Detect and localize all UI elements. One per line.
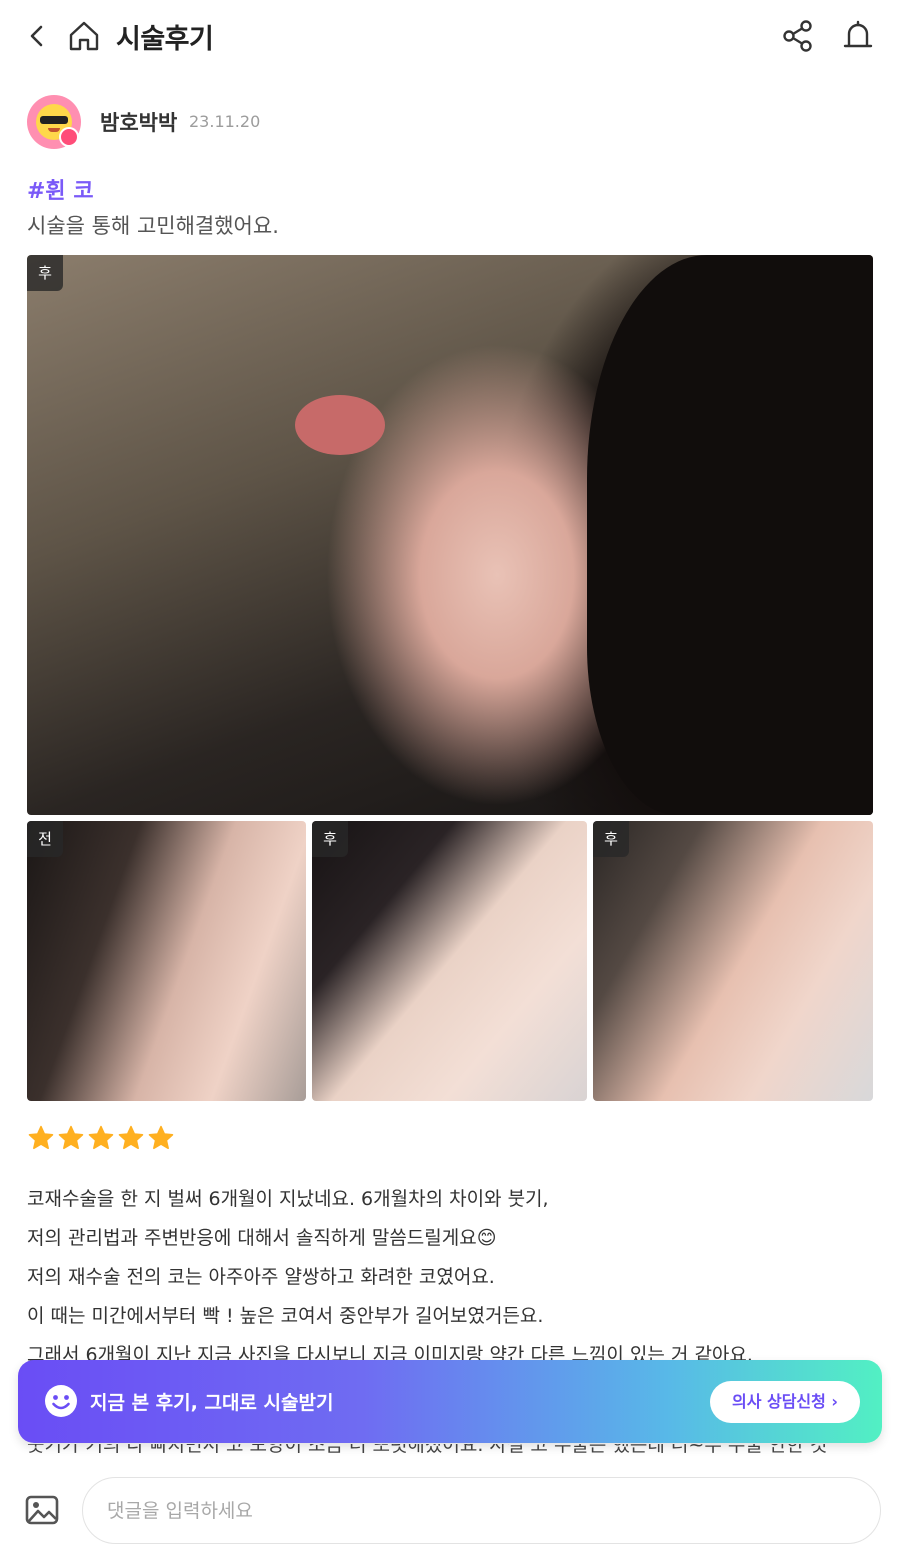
post-date: 23.11.20 [189,112,261,131]
review-photo-thumb[interactable]: 후 [312,821,587,1101]
comment-composer [0,1470,900,1560]
home-icon[interactable] [66,18,102,54]
consult-request-button[interactable]: 의사 상담신청 › [710,1381,860,1423]
review-text-line: 이 때는 미간에서부터 빡 ! 높은 코여서 중안부가 길어보였거든요. [27,1305,544,1327]
procedure-cta-banner[interactable]: 지금 본 후기, 그대로 시술받기 의사 상담신청 › [18,1360,882,1443]
review-photo-thumb[interactable]: 전 [27,821,306,1101]
photo-label: 후 [27,255,63,291]
review-text-line: 저의 재수술 전의 코는 아주아주 얄쌍하고 화려한 코였어요. [27,1266,495,1288]
author-row: 밤호박박 23.11.20 [27,95,873,151]
photo-label: 전 [27,821,63,857]
star-icon [58,1125,84,1150]
crown-badge-icon [59,127,79,147]
review-text-line: 코재수술을 한 지 벌써 6개월이 지났네요. 6개월차의 차이와 붓기, [27,1188,549,1210]
procedure-tag[interactable]: #휜 코 [27,173,94,205]
top-bar: 시술후기 [0,0,900,72]
photo-detail-hair [587,255,873,815]
photo-label: 후 [312,821,348,857]
star-icon [28,1125,54,1150]
photo-label: 후 [593,821,629,857]
comment-input[interactable] [83,1478,880,1543]
cta-text: 지금 본 후기, 그대로 시술받기 [90,1392,334,1414]
comment-input-wrapper [82,1477,881,1544]
review-body: 코재수술을 한 지 벌써 6개월이 지났네요. 6개월차의 차이와 붓기, 저의… [27,1180,873,1375]
review-text-line-partial: 붓기가 거의 다 빠지면서 코 모양이 조금 더 또렷해졌어요. 사실 코 수술… [27,1444,873,1462]
back-arrow-icon[interactable] [22,20,54,52]
image-attach-icon[interactable] [24,1492,60,1528]
star-icon [118,1125,144,1150]
review-text-peek: 붓기가 거의 다 빠지면서 코 모양이 조금 더 또렷해졌어요. 사실 코 수술… [27,1444,828,1456]
review-photo-thumb[interactable]: 후 [593,821,873,1101]
post-summary: 시술을 통해 고민해결했어요. [27,214,279,238]
review-text-line: 저의 관리법과 주변반응에 대해서 솔직하게 말씀드릴게요😊 [27,1227,497,1249]
review-photo-main[interactable]: 후 [27,255,873,815]
notification-bell-icon[interactable] [840,18,876,54]
sunglasses-icon [40,116,68,124]
star-icon [88,1125,114,1150]
star-rating [27,1124,175,1156]
page-title: 시술후기 [116,24,214,55]
author-name[interactable]: 밤호박박 [100,107,177,137]
share-icon[interactable] [780,18,816,54]
star-icon [148,1125,174,1150]
smile-icon [45,1385,77,1417]
photo-detail [295,395,385,455]
avatar[interactable] [27,95,81,149]
